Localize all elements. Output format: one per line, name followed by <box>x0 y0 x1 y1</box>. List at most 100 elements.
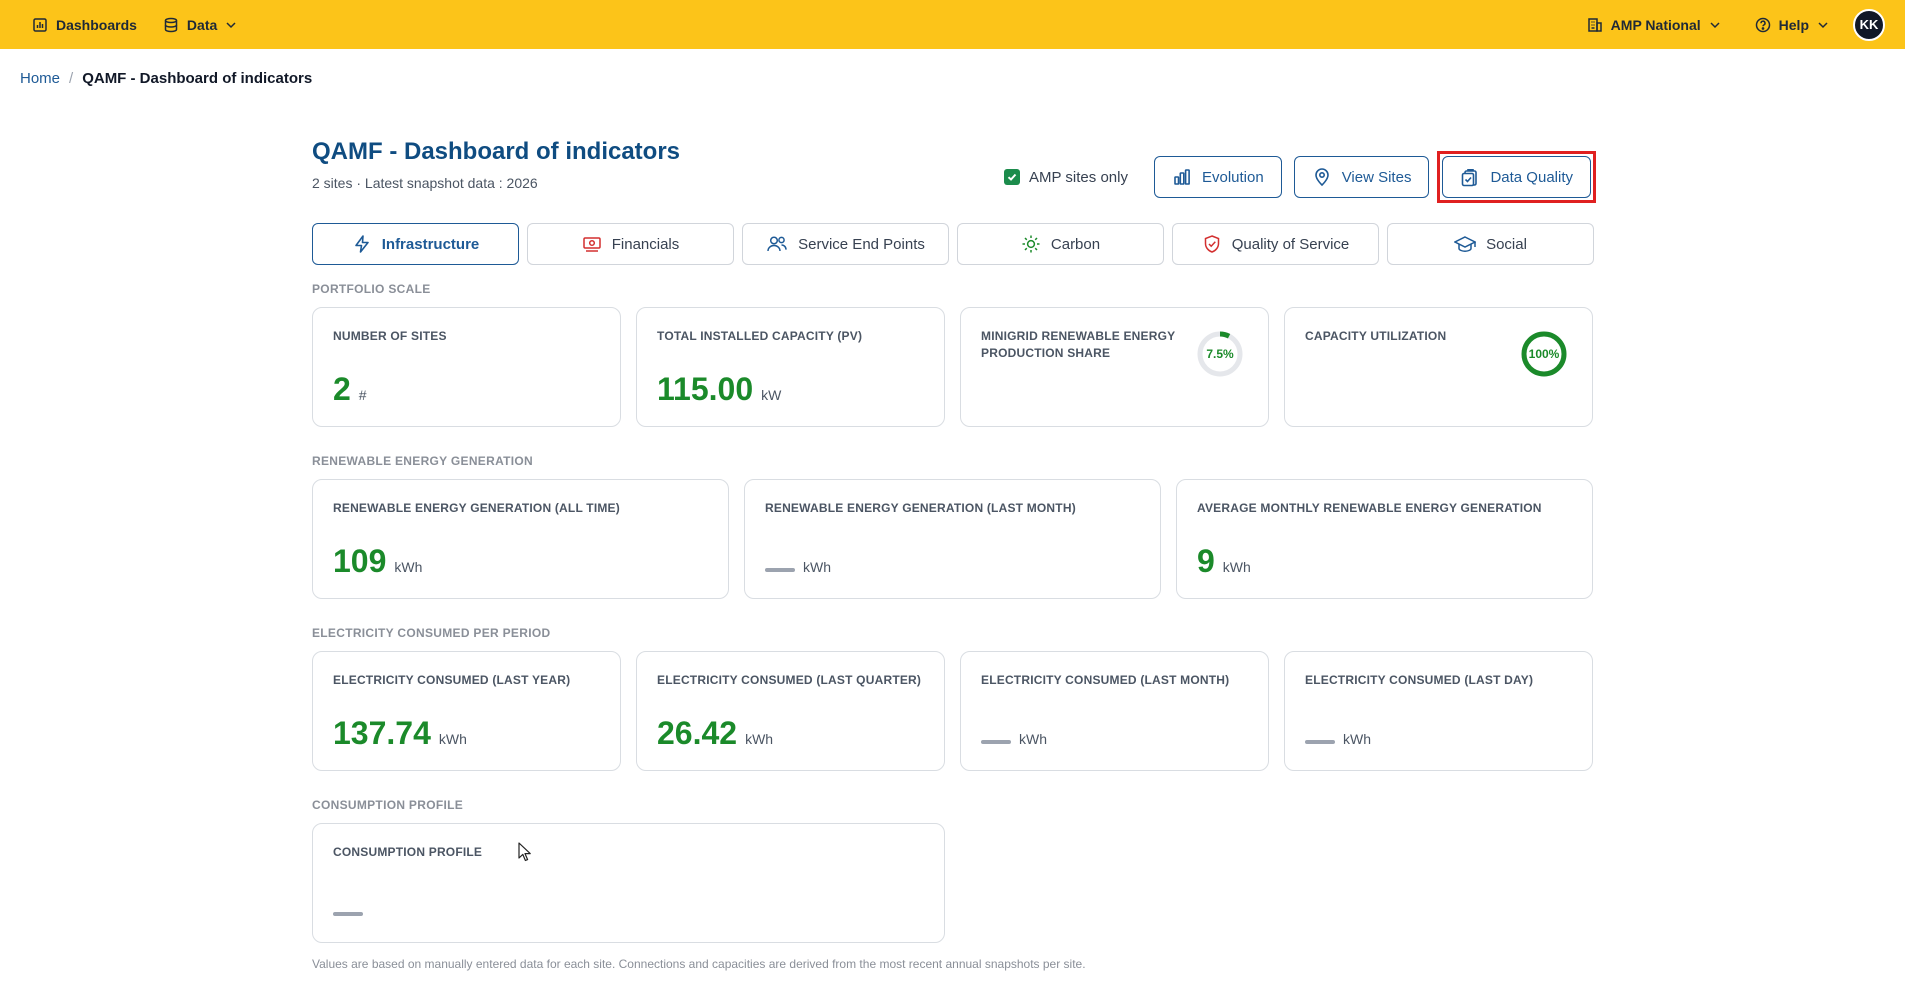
tab-quality-of-service[interactable]: Quality of Service <box>1172 223 1379 265</box>
card-label: TOTAL INSTALLED CAPACITY (PV) <box>657 329 863 343</box>
building-icon <box>1587 17 1602 32</box>
org-switcher[interactable]: AMP National <box>1587 17 1721 33</box>
tab-service-end-points[interactable]: Service End Points <box>742 223 949 265</box>
top-navbar: Dashboards Data AMP National Help KK <box>0 0 1905 49</box>
card-renewable-production-share: MINIGRID RENEWABLE ENERGY PRODUCTION SHA… <box>960 307 1269 427</box>
users-icon <box>767 236 787 252</box>
evolution-button[interactable]: Evolution <box>1153 156 1282 198</box>
card-value: 137.74 kWh <box>333 715 467 752</box>
card-consumption-profile: CONSUMPTION PROFILE <box>312 823 945 943</box>
card-value: 115.00 kW <box>657 371 781 408</box>
bar-chart-icon <box>1174 169 1190 185</box>
money-icon <box>582 237 601 252</box>
value-unit: kWh <box>1019 731 1047 747</box>
chevron-down-icon <box>226 21 236 28</box>
value-unit: kWh <box>745 731 774 747</box>
progress-ring-renewable-share: 7.5% <box>1196 330 1244 383</box>
empty-value-dash <box>765 568 795 572</box>
section-portfolio-scale: PORTFOLIO SCALE <box>312 282 431 296</box>
amp-sites-only-label: AMP sites only <box>1029 168 1128 186</box>
sun-icon <box>1022 235 1040 253</box>
card-label: ELECTRICITY CONSUMED (LAST DAY) <box>1305 673 1534 687</box>
card-label: RENEWABLE ENERGY GENERATION (ALL TIME) <box>333 501 620 515</box>
card-label: RENEWABLE ENERGY GENERATION (LAST MONTH) <box>765 501 1076 515</box>
card-value: kWh <box>765 559 831 580</box>
value-unit: # <box>358 387 367 403</box>
indicator-tabs: Infrastructure Financials Service End Po… <box>312 223 1602 265</box>
card-label: NUMBER OF SITES <box>333 329 447 343</box>
card-value: 109 kWh <box>333 543 422 580</box>
card-value: kWh <box>981 731 1047 752</box>
breadcrumb-current: QAMF - Dashboard of indicators <box>82 70 313 87</box>
breadcrumb-separator: / <box>69 70 74 87</box>
value-number: 109 <box>333 543 387 579</box>
empty-value-dash <box>981 740 1011 744</box>
nav-dashboards[interactable]: Dashboards <box>32 17 137 33</box>
value-number: 26.42 <box>657 715 738 751</box>
card-generation-all-time: RENEWABLE ENERGY GENERATION (ALL TIME) 1… <box>312 479 729 599</box>
user-avatar[interactable]: KK <box>1853 8 1885 41</box>
nav-dashboards-label: Dashboards <box>56 16 137 33</box>
data-quality-highlight-box: Data Quality <box>1437 151 1596 203</box>
card-label: CONSUMPTION PROFILE <box>333 845 483 859</box>
card-label: AVERAGE MONTHLY RENEWABLE ENERGY GENERAT… <box>1197 501 1542 515</box>
view-sites-button[interactable]: View Sites <box>1293 156 1430 198</box>
tab-financials[interactable]: Financials <box>527 223 734 265</box>
tab-social-label: Social <box>1486 235 1527 253</box>
help-menu[interactable]: Help <box>1755 17 1829 33</box>
nav-data-dropdown[interactable]: Data <box>163 17 237 33</box>
tab-infrastructure[interactable]: Infrastructure <box>312 223 519 265</box>
tab-service-end-points-label: Service End Points <box>798 235 925 253</box>
value-unit: kWh <box>394 559 423 575</box>
card-label: MINIGRID RENEWABLE ENERGY PRODUCTION SHA… <box>981 329 1176 360</box>
card-value: kWh <box>1305 731 1371 752</box>
ring-label: 7.5% <box>1206 347 1234 361</box>
tab-social[interactable]: Social <box>1387 223 1594 265</box>
card-consumed-last-day: ELECTRICITY CONSUMED (LAST DAY) kWh <box>1284 651 1593 771</box>
page-title: QAMF - Dashboard of indicators <box>312 138 681 165</box>
view-sites-label: View Sites <box>1341 168 1412 186</box>
card-consumed-last-quarter: ELECTRICITY CONSUMED (LAST QUARTER) 26.4… <box>636 651 945 771</box>
data-quality-label: Data Quality <box>1490 168 1573 186</box>
card-capacity-utilization: CAPACITY UTILIZATION 100% <box>1284 307 1593 427</box>
breadcrumb-home-link[interactable]: Home <box>20 70 60 87</box>
card-value: 9 kWh <box>1197 543 1251 580</box>
bar-chart-icon <box>33 17 47 32</box>
value-number: 115.00 <box>657 371 754 407</box>
progress-ring-capacity-utilization: 100% <box>1520 330 1568 383</box>
header-actions: AMP sites only Evolution View Sites Data… <box>1004 151 1596 203</box>
ring-label: 100% <box>1528 347 1560 361</box>
org-label: AMP National <box>1610 16 1701 33</box>
value-unit: kWh <box>1343 731 1371 747</box>
chevron-down-icon <box>1818 21 1828 28</box>
value-unit: kW <box>761 387 782 403</box>
card-number-of-sites: NUMBER OF SITES 2 # <box>312 307 621 427</box>
section-renewable-generation: RENEWABLE ENERGY GENERATION <box>312 454 534 468</box>
amp-sites-only-checkbox[interactable]: AMP sites only <box>1004 169 1128 186</box>
data-quality-button[interactable]: Data Quality <box>1442 156 1591 198</box>
mouse-cursor-icon <box>518 842 531 862</box>
section-electricity-consumed: ELECTRICITY CONSUMED PER PERIOD <box>312 626 551 640</box>
card-average-monthly-generation: AVERAGE MONTHLY RENEWABLE ENERGY GENERAT… <box>1176 479 1593 599</box>
tab-carbon[interactable]: Carbon <box>957 223 1164 265</box>
navbar-right: AMP National Help KK <box>1553 8 1885 41</box>
card-generation-last-month: RENEWABLE ENERGY GENERATION (LAST MONTH)… <box>744 479 1161 599</box>
chevron-down-icon <box>1710 21 1720 28</box>
value-number: 9 <box>1197 543 1215 579</box>
card-value <box>333 912 363 924</box>
tab-quality-of-service-label: Quality of Service <box>1231 235 1350 253</box>
empty-value-dash <box>333 912 363 916</box>
card-value: 26.42 kWh <box>657 715 773 752</box>
shield-check-icon <box>1204 235 1219 253</box>
value-number: 2 <box>333 371 351 407</box>
card-label: ELECTRICITY CONSUMED (LAST YEAR) <box>333 673 571 687</box>
value-unit: kWh <box>438 731 467 747</box>
empty-value-dash <box>1305 740 1335 744</box>
value-number: 137.74 <box>333 715 431 751</box>
value-unit: kWh <box>803 559 831 575</box>
card-label: ELECTRICITY CONSUMED (LAST QUARTER) <box>657 673 922 687</box>
help-circle-icon <box>1755 17 1770 32</box>
checkbox-checked-icon <box>1004 169 1021 185</box>
card-consumed-last-month: ELECTRICITY CONSUMED (LAST MONTH) kWh <box>960 651 1269 771</box>
section-consumption-profile: CONSUMPTION PROFILE <box>312 798 464 812</box>
